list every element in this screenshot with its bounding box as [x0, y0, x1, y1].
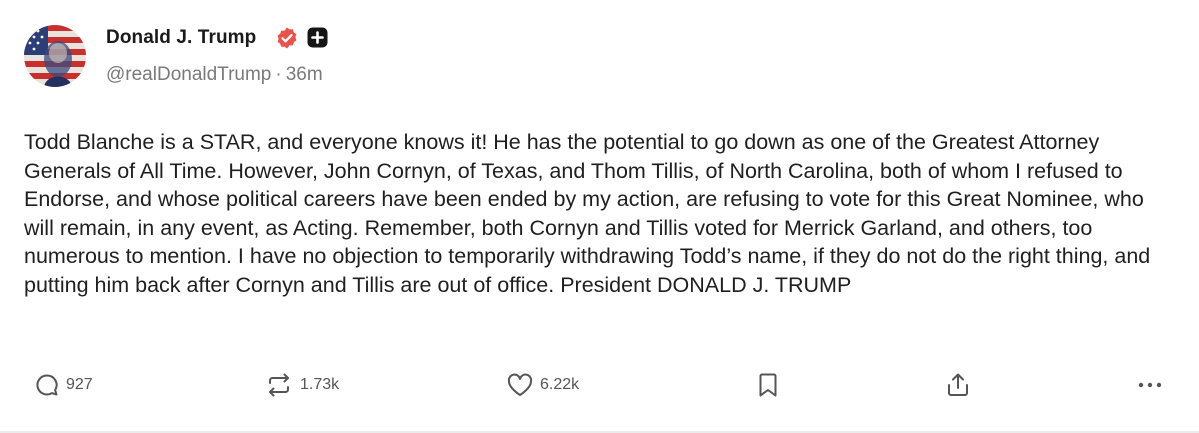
heart-icon — [506, 372, 534, 398]
post-timestamp[interactable]: 36m — [286, 64, 323, 85]
post-card: Donald J. Trump @realDonaldTrump · 36m Tod… — [0, 0, 1199, 433]
reply-count: 927 — [66, 376, 93, 393]
post-body: Todd Blanche is a STAR, and everyone kno… — [24, 130, 1151, 297]
repost-count: 1.73k — [300, 376, 340, 393]
meta-separator: · — [275, 64, 282, 85]
reply-icon — [34, 372, 60, 398]
author-handle[interactable]: @realDonaldTrump — [106, 64, 271, 85]
like-count: 6.22k — [540, 376, 580, 393]
bookmark-button[interactable] — [756, 370, 780, 400]
plus-badge-icon — [307, 27, 328, 48]
bookmark-icon — [756, 371, 780, 399]
like-button[interactable]: 6.22k — [506, 370, 579, 400]
repost-button[interactable]: 1.73k — [264, 370, 339, 400]
avatar[interactable] — [24, 25, 86, 87]
more-icon — [1136, 372, 1164, 398]
repost-icon — [264, 372, 294, 398]
more-button[interactable] — [1136, 370, 1164, 400]
share-button[interactable] — [944, 370, 972, 400]
share-icon — [944, 371, 972, 399]
author-display-name[interactable]: Donald J. Trump — [106, 27, 256, 49]
reply-button[interactable]: 927 — [34, 370, 93, 400]
verified-badge-icon — [275, 26, 299, 50]
author-meta: @realDonaldTrump · 36m — [106, 64, 323, 86]
